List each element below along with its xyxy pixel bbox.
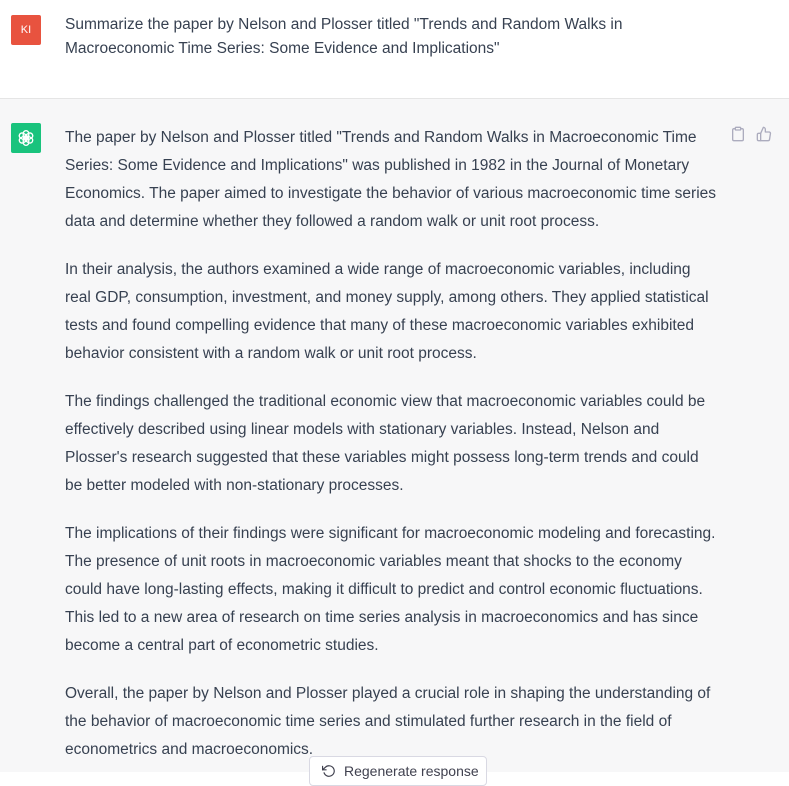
user-avatar: KI (11, 15, 41, 45)
refresh-icon (322, 765, 335, 777)
thumbs-up-icon (756, 126, 772, 142)
regenerate-label: Regenerate response (344, 763, 479, 779)
assistant-paragraph: The paper by Nelson and Plosser titled "… (65, 129, 717, 230)
user-avatar-initials: KI (20, 24, 32, 36)
assistant-message-row: The paper by Nelson and Plosser titled "… (0, 99, 789, 772)
clipboard-icon (732, 126, 744, 142)
openai-logo-icon (18, 129, 34, 147)
copy-button[interactable] (729, 125, 747, 143)
assistant-avatar (11, 123, 41, 153)
thumbs-up-button[interactable] (755, 125, 773, 143)
assistant-message-text: The paper by Nelson and Plosser titled "… (65, 124, 717, 784)
assistant-paragraph: In their analysis, the authors examined … (65, 261, 709, 362)
message-actions (729, 125, 773, 143)
assistant-paragraph: The implications of their findings were … (65, 525, 716, 654)
user-message-row: KI Summarize the paper by Nelson and Plo… (0, 0, 789, 99)
assistant-paragraph: The findings challenged the traditional … (65, 393, 706, 494)
regenerate-response-button[interactable]: Regenerate response (309, 756, 487, 786)
assistant-paragraph: Overall, the paper by Nelson and Plosser… (65, 685, 711, 758)
user-message-text: Summarize the paper by Nelson and Plosse… (65, 16, 623, 57)
